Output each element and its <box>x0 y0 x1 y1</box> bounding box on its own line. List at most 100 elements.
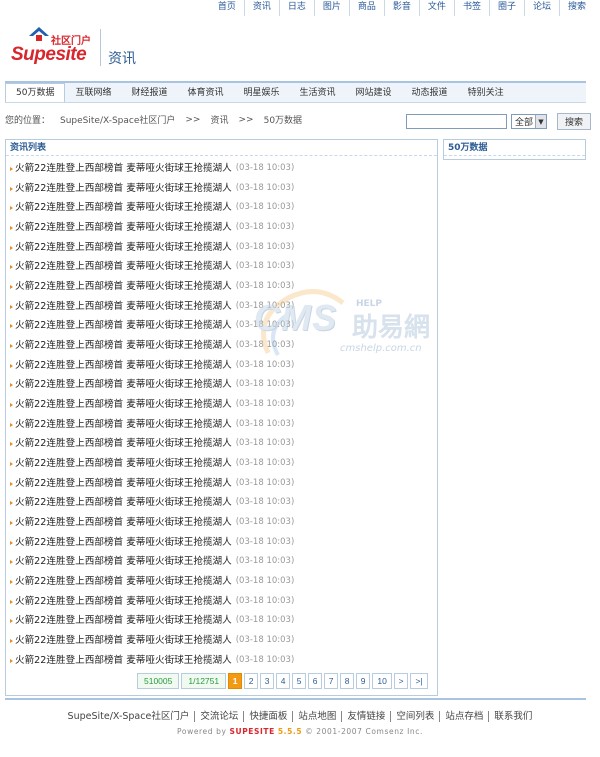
news-title-link[interactable]: 火箭22连胜登上西部榜首 麦蒂哑火街球王抢揽湖人 <box>15 434 232 454</box>
pager-page-7[interactable]: 7 <box>324 673 339 689</box>
bullet-arrow-icon <box>10 520 13 525</box>
news-timestamp: (03-18 10:03) <box>235 654 295 665</box>
footer-link-archive[interactable]: 站点存档 <box>439 711 488 722</box>
news-timestamp: (03-18 10:03) <box>235 281 295 292</box>
top-nav-search[interactable]: 搜索 <box>558 0 594 16</box>
news-title-link[interactable]: 火箭22连胜登上西部榜首 麦蒂哑火街球王抢揽湖人 <box>15 651 232 671</box>
footer-link-sitemap[interactable]: 站点地图 <box>292 711 341 722</box>
channel-tab-500k[interactable]: 50万数据 <box>5 83 66 102</box>
footer-link-friends[interactable]: 友情链接 <box>341 711 390 722</box>
footer-link-panel[interactable]: 快捷面板 <box>243 711 292 722</box>
footer-link-contact[interactable]: 联系我们 <box>488 711 537 722</box>
top-nav-groups[interactable]: 圈子 <box>488 0 524 16</box>
logo-wordmark-b: site <box>55 44 87 65</box>
top-nav-files[interactable]: 文件 <box>418 0 454 16</box>
pager-page-9[interactable]: 9 <box>356 673 371 689</box>
top-nav: 首页 资讯 日志 图片 商品 影音 文件 书签 圈子 论坛 搜索 <box>210 0 594 16</box>
list-item: 火箭22连胜登上西部榜首 麦蒂哑火街球王抢揽湖人 (03-18 10:03) <box>6 533 437 553</box>
list-item: 火箭22连胜登上西部榜首 麦蒂哑火街球王抢揽湖人 (03-18 10:03) <box>6 513 437 533</box>
news-timestamp: (03-18 10:03) <box>235 182 295 193</box>
top-nav-goods[interactable]: 商品 <box>348 0 384 16</box>
news-title-link[interactable]: 火箭22连胜登上西部榜首 麦蒂哑火街球王抢揽湖人 <box>15 592 232 612</box>
news-title-link[interactable]: 火箭22连胜登上西部榜首 麦蒂哑火街球王抢揽湖人 <box>15 533 232 553</box>
news-title-link[interactable]: 火箭22连胜登上西部榜首 麦蒂哑火街球王抢揽湖人 <box>15 415 232 435</box>
news-title-link[interactable]: 火箭22连胜登上西部榜首 麦蒂哑火街球王抢揽湖人 <box>15 297 232 317</box>
bullet-arrow-icon <box>10 383 13 388</box>
news-title-link[interactable]: 火箭22连胜登上西部榜首 麦蒂哑火街球王抢揽湖人 <box>15 611 232 631</box>
news-timestamp: (03-18 10:03) <box>235 477 295 488</box>
channel-tab-webdev[interactable]: 网站建设 <box>346 84 402 102</box>
news-title-link[interactable]: 火箭22连胜登上西部榜首 麦蒂哑火街球王抢揽湖人 <box>15 277 232 297</box>
bullet-arrow-icon <box>10 363 13 368</box>
list-item: 火箭22连胜登上西部榜首 麦蒂哑火街球王抢揽湖人 (03-18 10:03) <box>6 592 437 612</box>
channel-tab-sports[interactable]: 体育资讯 <box>177 84 233 102</box>
news-title-link[interactable]: 火箭22连胜登上西部榜首 麦蒂哑火街球王抢揽湖人 <box>15 356 232 376</box>
news-title-link[interactable]: 火箭22连胜登上西部榜首 麦蒂哑火街球王抢揽湖人 <box>15 198 232 218</box>
news-title-link[interactable]: 火箭22连胜登上西部榜首 麦蒂哑火街球王抢揽湖人 <box>15 474 232 494</box>
copyright: © 2001-2007 Comsenz Inc. <box>305 727 423 736</box>
news-title-link[interactable]: 火箭22连胜登上西部榜首 麦蒂哑火街球王抢揽湖人 <box>15 552 232 572</box>
bullet-arrow-icon <box>10 619 13 624</box>
pager-page-3[interactable]: 3 <box>260 673 275 689</box>
news-title-link[interactable]: 火箭22连胜登上西部榜首 麦蒂哑火街球王抢揽湖人 <box>15 238 232 258</box>
news-title-link[interactable]: 火箭22连胜登上西部榜首 麦蒂哑火街球王抢揽湖人 <box>15 257 232 277</box>
news-timestamp: (03-18 10:03) <box>235 202 295 213</box>
breadcrumb-current[interactable]: 50万数据 <box>264 113 302 126</box>
channel-tab-finance[interactable]: 财经报道 <box>121 84 177 102</box>
search-button[interactable]: 搜索 <box>557 113 591 130</box>
channel-tab-internet[interactable]: 互联网络 <box>65 84 121 102</box>
list-item: 火箭22连胜登上西部榜首 麦蒂哑火街球王抢揽湖人 (03-18 10:03) <box>6 375 437 395</box>
top-nav-home[interactable]: 首页 <box>210 0 244 16</box>
news-title-link[interactable]: 火箭22连胜登上西部榜首 麦蒂哑火街球王抢揽湖人 <box>15 316 232 336</box>
top-nav-forum[interactable]: 论坛 <box>523 0 559 16</box>
pager-page-10[interactable]: 10 <box>372 673 393 689</box>
chevron-down-icon[interactable]: ▼ <box>535 115 546 128</box>
pager-page-2[interactable]: 2 <box>244 673 259 689</box>
news-title-link[interactable]: 火箭22连胜登上西部榜首 麦蒂哑火街球王抢揽湖人 <box>15 493 232 513</box>
news-timestamp: (03-18 10:03) <box>235 438 295 449</box>
breadcrumb-home[interactable]: SupeSite/X-Space社区门户 <box>60 113 175 126</box>
news-title-link[interactable]: 火箭22连胜登上西部榜首 麦蒂哑火街球王抢揽湖人 <box>15 572 232 592</box>
breadcrumb: 您的位置： SupeSite/X-Space社区门户 >> 资讯 >> 50万数… <box>5 113 302 127</box>
house-roof-icon <box>29 27 49 41</box>
pager-page-5[interactable]: 5 <box>292 673 307 689</box>
top-nav-video[interactable]: 影音 <box>383 0 419 16</box>
top-nav-news[interactable]: 资讯 <box>243 0 279 16</box>
logo-wordmark-a: Supe <box>11 44 56 65</box>
pager-page-6[interactable]: 6 <box>308 673 323 689</box>
news-title-link[interactable]: 火箭22连胜登上西部榜首 麦蒂哑火街球王抢揽湖人 <box>15 631 232 651</box>
sidebar-title: 50万数据 <box>444 140 585 156</box>
breadcrumb-sep: >> <box>238 114 254 125</box>
news-timestamp: (03-18 10:03) <box>235 536 295 547</box>
news-title-link[interactable]: 火箭22连胜登上西部榜首 麦蒂哑火街球王抢揽湖人 <box>15 336 232 356</box>
list-item: 火箭22连胜登上西部榜首 麦蒂哑火街球王抢揽湖人 (03-18 10:03) <box>6 454 437 474</box>
pager-last-button[interactable]: >| <box>410 673 429 689</box>
list-item: 火箭22连胜登上西部榜首 麦蒂哑火街球王抢揽湖人 (03-18 10:03) <box>6 631 437 651</box>
top-nav-blog[interactable]: 日志 <box>278 0 314 16</box>
pager-page-8[interactable]: 8 <box>340 673 355 689</box>
footer-link-forum[interactable]: 交流论坛 <box>194 711 243 722</box>
news-title-link[interactable]: 火箭22连胜登上西部榜首 麦蒂哑火街球王抢揽湖人 <box>15 395 232 415</box>
breadcrumb-news[interactable]: 资讯 <box>210 113 228 126</box>
list-item: 火箭22连胜登上西部榜首 麦蒂哑火街球王抢揽湖人 (03-18 10:03) <box>6 434 437 454</box>
pager-page-4[interactable]: 4 <box>276 673 291 689</box>
footer-link-spaces[interactable]: 空间列表 <box>390 711 439 722</box>
channel-tab-entertainment[interactable]: 明星娱乐 <box>234 84 290 102</box>
channel-tab-special[interactable]: 特别关注 <box>458 84 514 102</box>
powered-brand[interactable]: SUPESITE <box>230 727 275 736</box>
top-nav-bookmarks[interactable]: 书签 <box>453 0 489 16</box>
channel-tab-dynamic[interactable]: 动态报道 <box>402 84 458 102</box>
top-nav-images[interactable]: 图片 <box>313 0 349 16</box>
news-title-link[interactable]: 火箭22连胜登上西部榜首 麦蒂哑火街球王抢揽湖人 <box>15 159 232 179</box>
channel-tab-life[interactable]: 生活资讯 <box>290 84 346 102</box>
pager-next-button[interactable]: > <box>394 673 409 689</box>
news-title-link[interactable]: 火箭22连胜登上西部榜首 麦蒂哑火街球王抢揽湖人 <box>15 513 232 533</box>
news-title-link[interactable]: 火箭22连胜登上西部榜首 麦蒂哑火街球王抢揽湖人 <box>15 179 232 199</box>
search-input[interactable] <box>406 114 507 129</box>
search-scope-select[interactable]: 全部 ▼ <box>511 114 547 129</box>
news-title-link[interactable]: 火箭22连胜登上西部榜首 麦蒂哑火街球王抢揽湖人 <box>15 454 232 474</box>
footer-link-home[interactable]: SupeSite/X-Space社区门户 <box>63 711 195 722</box>
news-title-link[interactable]: 火箭22连胜登上西部榜首 麦蒂哑火街球王抢揽湖人 <box>15 375 232 395</box>
news-title-link[interactable]: 火箭22连胜登上西部榜首 麦蒂哑火街球王抢揽湖人 <box>15 218 232 238</box>
bullet-arrow-icon <box>10 245 13 250</box>
